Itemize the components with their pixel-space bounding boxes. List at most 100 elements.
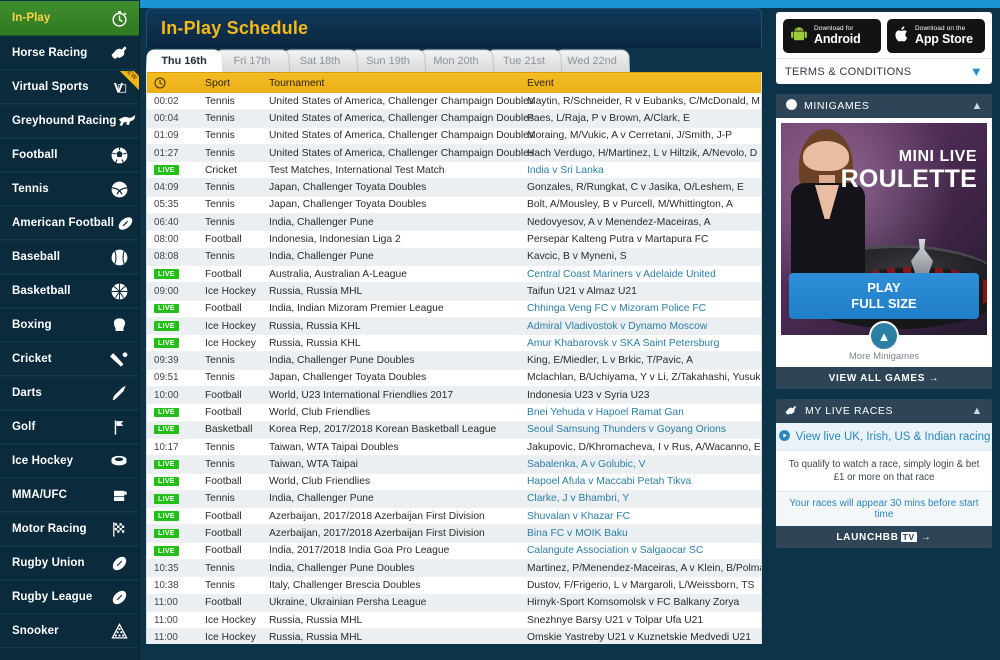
row-event[interactable]: Bina FC v MOIK Baku — [527, 528, 761, 539]
sidebar-item-baseball[interactable]: Baseball — [0, 240, 139, 274]
table-row[interactable]: LIVE Football India, Indian Mizoram Premie… — [147, 301, 761, 318]
android-download-button[interactable]: Download for Android — [783, 19, 881, 53]
row-event[interactable]: Hapoel Afula v Maccabi Petah Tikva — [527, 476, 761, 487]
sidebar-item-boxing[interactable]: Boxing — [0, 308, 139, 342]
tab-thu-16th[interactable]: Thu 16th — [146, 49, 222, 72]
table-row[interactable]: 09:51 Tennis Japan, Challenger Toyata Doub… — [147, 370, 761, 387]
row-event[interactable]: Hirnyk-Sport Komsomolsk v FC Balkany Zor… — [527, 597, 761, 608]
table-row[interactable]: 06:40 Tennis India, Challenger Pune Nedovye… — [147, 214, 761, 231]
table-row[interactable]: 11:00 Football Ukraine, Ukrainian Persha L… — [147, 595, 761, 612]
sidebar-item-golf[interactable]: Golf — [0, 410, 139, 444]
tab-sun-19th[interactable]: Sun 19th — [350, 49, 426, 72]
table-row[interactable]: LIVE Football World, Club Friendlies Bnei Y… — [147, 404, 761, 421]
row-event[interactable]: Omskie Yastreby U21 v Kuznetskie Medvedi… — [527, 632, 761, 643]
table-row[interactable]: LIVE Football India, 2017/2018 India Goa P… — [147, 543, 761, 560]
sidebar-item-snooker[interactable]: Snooker — [0, 614, 139, 648]
table-row[interactable]: 10:38 Tennis Italy, Challenger Brescia Dou… — [147, 577, 761, 594]
tab-sat-18th[interactable]: Sat 18th — [282, 49, 358, 72]
row-event[interactable]: Seoul Samsung Thunders v Goyang Orions — [527, 424, 761, 435]
row-event[interactable]: Sabalenka, A v Golubic, V — [527, 459, 761, 470]
row-event[interactable]: Snezhnye Barsy U21 v Tolpar Ufa U21 — [527, 615, 761, 626]
terms-and-conditions-row[interactable]: TERMS & CONDITIONS ▼ — [776, 58, 992, 84]
row-event[interactable]: Central Coast Mariners v Adelaide United — [527, 269, 761, 280]
table-row[interactable]: 01:27 Tennis United States of America, Cha… — [147, 145, 761, 162]
table-row[interactable]: LIVE Ice Hockey Russia, Russia KHL Admiral … — [147, 318, 761, 335]
row-event[interactable]: Bnei Yehuda v Hapoel Ramat Gan — [527, 407, 761, 418]
row-event[interactable]: Calangute Association v Salgaocar SC — [527, 545, 761, 556]
roulette-promo[interactable]: MINI LIVE ROULETTE PLAY FULL SIZE — [781, 123, 987, 335]
row-event[interactable]: Paes, L/Raja, P v Brown, A/Clark, E — [527, 113, 761, 124]
row-event[interactable]: India v Sri Lanka — [527, 165, 761, 176]
table-row[interactable]: LIVE Football World, Club Friendlies Hapoel… — [147, 474, 761, 491]
sidebar-item-rugby-league[interactable]: Rugby League — [0, 580, 139, 614]
row-event[interactable]: Gonzales, R/Rungkat, C v Jasika, O/Leshe… — [527, 182, 761, 193]
table-row[interactable]: LIVE Football Azerbaijan, 2017/2018 Azerba… — [147, 508, 761, 525]
row-event[interactable]: Bolt, A/Mousley, B v Purcell, M/Whitting… — [527, 199, 761, 210]
row-event[interactable]: Maytin, R/Schneider, R v Eubanks, C/McDo… — [527, 96, 761, 107]
row-event[interactable]: Shuvalan v Khazar FC — [527, 511, 761, 522]
sidebar-item-basketball[interactable]: Basketball — [0, 274, 139, 308]
sidebar-item-darts[interactable]: Darts — [0, 376, 139, 410]
sidebar-item-horse-racing[interactable]: Horse Racing — [0, 36, 139, 70]
minigames-panel-header[interactable]: MINIGAMES ▲ — [776, 94, 992, 118]
tab-mon-20th[interactable]: Mon 20th — [418, 49, 494, 72]
table-row[interactable]: 08:08 Tennis India, Challenger Pune Kavcic,… — [147, 249, 761, 266]
table-row[interactable]: 10:17 Tennis Taiwan, WTA Taipai Doubles Jak… — [147, 439, 761, 456]
table-row[interactable]: 11:00 Ice Hockey Russia, Russia MHL Snezhny… — [147, 612, 761, 629]
sidebar-item-virtual-sports[interactable]: Virtual Sports V NEW — [0, 70, 139, 104]
table-row[interactable]: LIVE Football Australia, Australian A-Leag… — [147, 266, 761, 283]
table-row[interactable]: 01:09 Tennis United States of America, Cha… — [147, 128, 761, 145]
tab-fri-17th[interactable]: Fri 17th — [214, 49, 290, 72]
table-row[interactable]: LIVE Cricket Test Matches, International T… — [147, 162, 761, 179]
table-row[interactable]: 00:02 Tennis United States of America, Cha… — [147, 93, 761, 110]
table-row[interactable]: 09:39 Tennis India, Challenger Pune Double… — [147, 352, 761, 369]
appstore-download-button[interactable]: Download on the App Store — [887, 19, 985, 53]
sidebar-item-in-play[interactable]: In-Play — [0, 0, 139, 36]
view-all-games-button[interactable]: VIEW ALL GAMES → — [776, 367, 992, 389]
row-event[interactable]: Clarke, J v Bhambri, Y — [527, 493, 761, 504]
row-event[interactable]: Amur Khabarovsk v SKA Saint Petersburg — [527, 338, 761, 349]
row-event[interactable]: Persepar Kalteng Putra v Martapura FC — [527, 234, 761, 245]
table-row[interactable]: 00:04 Tennis United States of America, Cha… — [147, 110, 761, 127]
row-event[interactable]: King, E/Miedler, L v Brkic, T/Pavic, A — [527, 355, 761, 366]
sidebar-item-american-football[interactable]: American Football — [0, 206, 139, 240]
row-event[interactable]: Indonesia U23 v Syria U23 — [527, 390, 761, 401]
table-row[interactable]: LIVE Tennis Taiwan, WTA Taipai Sabalenka, A… — [147, 456, 761, 473]
sidebar-item-tennis[interactable]: Tennis — [0, 172, 139, 206]
sidebar-item-football[interactable]: Football — [0, 138, 139, 172]
table-row[interactable]: LIVE Ice Hockey Russia, Russia KHL Amur Kha… — [147, 335, 761, 352]
table-row[interactable]: 10:00 Football World, U23 International Fr… — [147, 387, 761, 404]
launch-bbtv-button[interactable]: LAUNCH BB TV → — [776, 526, 992, 548]
table-row[interactable]: 04:09 Tennis Japan, Challenger Toyata Doub… — [147, 179, 761, 196]
view-live-racing-link[interactable]: View live UK, Irish, US & Indian racing — [776, 423, 992, 451]
row-event[interactable]: Chhinga Veng FC v Mizoram Police FC — [527, 303, 761, 314]
table-row[interactable]: LIVE Football Azerbaijan, 2017/2018 Azerba… — [147, 525, 761, 542]
sidebar-item-motor-racing[interactable]: Motor Racing — [0, 512, 139, 546]
row-event[interactable]: Moraing, M/Vukic, A v Cerretani, J/Smith… — [527, 130, 761, 141]
table-row[interactable]: 11:00 Ice Hockey Russia, Russia MHL Omskie … — [147, 629, 761, 644]
table-row[interactable]: 10:35 Tennis India, Challenger Pune Double… — [147, 560, 761, 577]
row-event[interactable]: Martinez, P/Menendez-Maceiras, A v Klein… — [527, 563, 762, 574]
sidebar-item-ice-hockey[interactable]: Ice Hockey — [0, 444, 139, 478]
tab-tue-21st[interactable]: Tue 21st — [486, 49, 562, 72]
more-minigames-arrow-icon[interactable]: ▲ — [869, 321, 899, 351]
row-event[interactable]: Dustov, F/Frigerio, L v Margaroli, L/Wei… — [527, 580, 761, 591]
table-row[interactable]: LIVE Tennis India, Challenger Pune Clarke, … — [147, 491, 761, 508]
row-event[interactable]: Kavcic, B v Myneni, S — [527, 251, 761, 262]
tab-wed-22nd[interactable]: Wed 22nd — [554, 49, 630, 72]
sidebar-item-rugby-union[interactable]: Rugby Union — [0, 546, 139, 580]
sidebar-item-greyhound-racing[interactable]: Greyhound Racing — [0, 104, 139, 138]
live-races-panel-header[interactable]: MY LIVE RACES ▲ — [776, 399, 992, 423]
sidebar-item-mma-ufc[interactable]: MMA/UFC — [0, 478, 139, 512]
table-row[interactable]: 08:00 Football Indonesia, Indonesian Liga … — [147, 231, 761, 248]
row-event[interactable]: Admiral Vladivostok v Dynamo Moscow — [527, 321, 761, 332]
table-row[interactable]: 05:35 Tennis Japan, Challenger Toyata Doub… — [147, 197, 761, 214]
play-full-size-button[interactable]: PLAY FULL SIZE — [789, 273, 979, 319]
row-event[interactable]: Mclachlan, B/Uchiyama, Y v Li, Z/Takahas… — [527, 372, 762, 383]
row-event[interactable]: Taifun U21 v Almaz U21 — [527, 286, 761, 297]
row-event[interactable]: Hach Verdugo, H/Martinez, L v Hiltzik, A… — [527, 148, 761, 159]
table-row[interactable]: 09:00 Ice Hockey Russia, Russia MHL Taifun … — [147, 283, 761, 300]
sidebar-item-cricket[interactable]: Cricket — [0, 342, 139, 376]
table-row[interactable]: LIVE Basketball Korea Rep, 2017/2018 Korea… — [147, 422, 761, 439]
row-event[interactable]: Nedovyesov, A v Menendez-Maceiras, A — [527, 217, 761, 228]
